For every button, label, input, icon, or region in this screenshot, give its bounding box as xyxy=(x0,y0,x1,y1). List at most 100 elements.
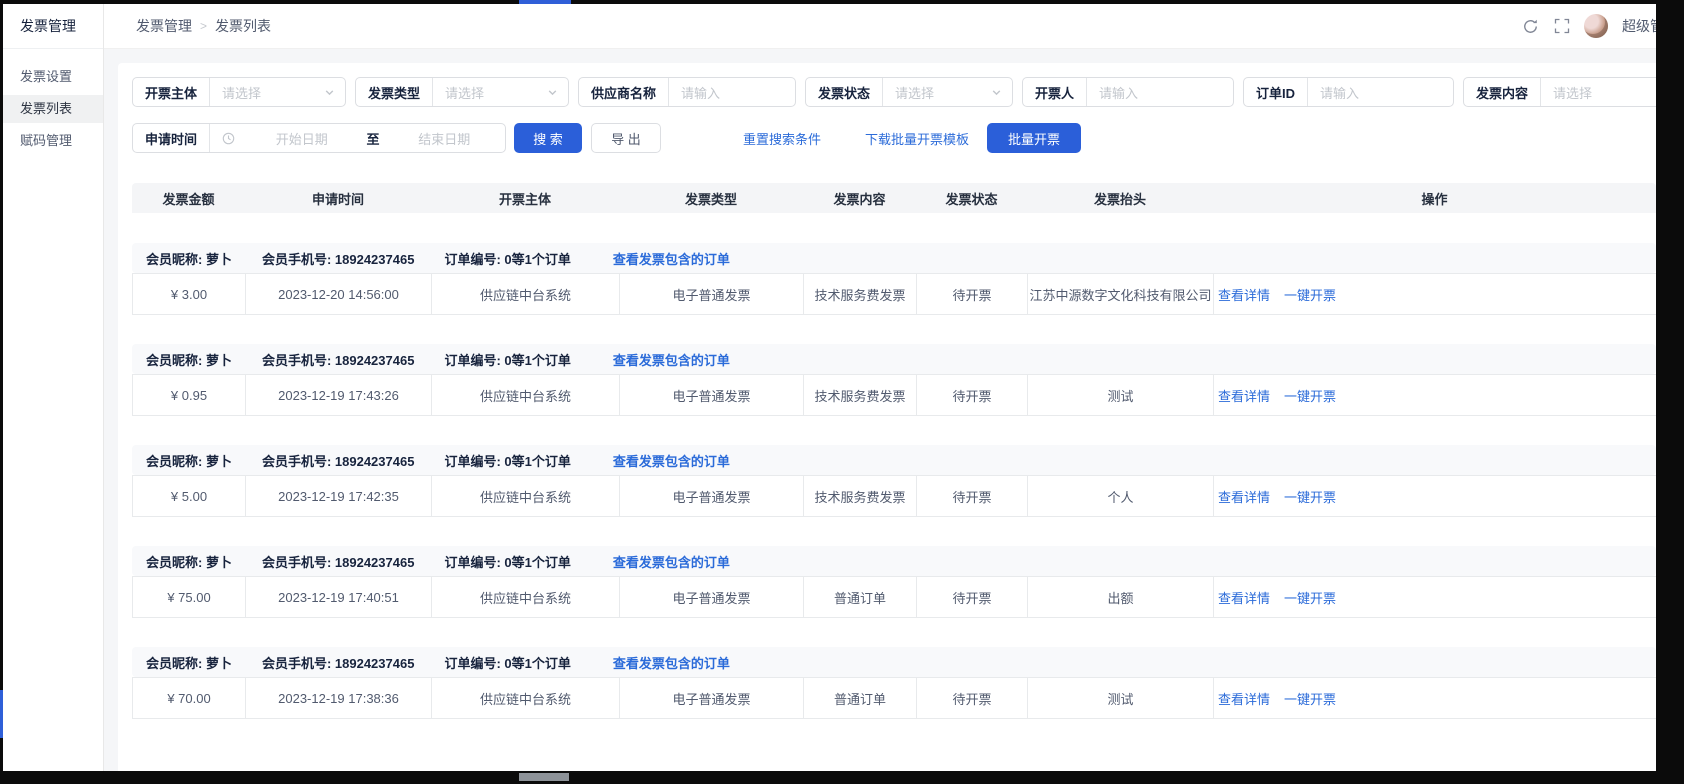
end-date-placeholder[interactable]: 结束日期 xyxy=(384,129,505,148)
member-phone: 会员手机号: 18924237465 xyxy=(262,653,414,672)
screen: 发票管理 发票设置发票列表赋码管理 发票管理 > 发票列表 xyxy=(0,0,1684,784)
column-header: 发票类型 xyxy=(619,189,803,208)
one-click-invoice-link[interactable]: 一键开票 xyxy=(1284,285,1336,304)
one-click-invoice-link[interactable]: 一键开票 xyxy=(1284,487,1336,506)
view-details-link[interactable]: 查看详情 xyxy=(1218,487,1270,506)
table-row: ¥ 75.002023-12-19 17:40:51供应链中台系统电子普通发票普… xyxy=(132,576,1656,618)
batch-invoice-button[interactable]: 批量开票 xyxy=(987,123,1081,153)
row-actions: 查看详情 一键开票 xyxy=(1214,274,1340,314)
filter-input[interactable]: 请选择 xyxy=(1541,83,1656,102)
sidebar-title: 发票管理 xyxy=(3,4,103,49)
filter-label: 发票状态 xyxy=(806,78,883,106)
row-actions: 查看详情 一键开票 xyxy=(1214,375,1340,415)
column-header: 申请时间 xyxy=(245,189,431,208)
table-cell: ¥ 5.00 xyxy=(133,476,246,516)
table-row: ¥ 0.952023-12-19 17:43:26供应链中台系统电子普通发票技术… xyxy=(132,374,1656,416)
table-cell: ¥ 75.00 xyxy=(133,577,246,617)
member-nickname: 会员昵称: 萝卜 xyxy=(146,350,232,369)
filter-input[interactable]: 请选择 xyxy=(433,83,547,102)
horizontal-scrollbar-thumb[interactable] xyxy=(519,773,569,781)
reset-search-link[interactable]: 重置搜索条件 xyxy=(743,129,821,148)
issuer-filter[interactable]: 开票人 请输入 xyxy=(1022,77,1234,107)
sidebar-item-invoice-list[interactable]: 发票列表 xyxy=(3,95,103,123)
export-button[interactable]: 导 出 xyxy=(591,123,661,153)
download-batch-template-link[interactable]: 下载批量开票模板 xyxy=(865,129,969,148)
view-details-link[interactable]: 查看详情 xyxy=(1218,285,1270,304)
order-number: 订单编号: 0等1个订单 xyxy=(444,350,570,369)
one-click-invoice-link[interactable]: 一键开票 xyxy=(1284,689,1336,708)
chevron-down-icon xyxy=(324,87,335,98)
view-included-orders-link[interactable]: 查看发票包含的订单 xyxy=(613,350,730,369)
view-included-orders-link[interactable]: 查看发票包含的订单 xyxy=(613,249,730,268)
view-included-orders-link[interactable]: 查看发票包含的订单 xyxy=(613,653,730,672)
filter-label: 发票内容 xyxy=(1464,78,1541,106)
view-included-orders-link[interactable]: 查看发票包含的订单 xyxy=(613,451,730,470)
invoice-subject-filter[interactable]: 开票主体 请选择 xyxy=(132,77,346,107)
filter-input[interactable]: 请输入 xyxy=(1308,83,1453,102)
group-header: 会员昵称: 萝卜 会员手机号: 18924237465 订单编号: 0等1个订单… xyxy=(132,445,1656,475)
table-cell: 技术服务费发票 xyxy=(804,375,917,415)
filter-label: 开票主体 xyxy=(133,78,210,106)
order-number: 订单编号: 0等1个订单 xyxy=(444,653,570,672)
filter-input[interactable]: 请选择 xyxy=(883,83,991,102)
filter-row-2: 申请时间 开始日期 至 结束日期 搜 索 导 出 xyxy=(132,123,1656,153)
filter-label: 发票类型 xyxy=(356,78,433,106)
member-phone: 会员手机号: 18924237465 xyxy=(262,249,414,268)
order-id-filter[interactable]: 订单ID 请输入 xyxy=(1243,77,1454,107)
row-actions: 查看详情 一键开票 xyxy=(1214,476,1340,516)
member-phone: 会员手机号: 18924237465 xyxy=(262,350,414,369)
invoice-content-filter[interactable]: 发票内容 请选择 xyxy=(1463,77,1656,107)
apply-time-label: 申请时间 xyxy=(133,124,210,152)
breadcrumb-invoice-list: 发票列表 xyxy=(215,16,271,36)
user-avatar[interactable] xyxy=(1584,14,1608,38)
fullscreen-icon[interactable] xyxy=(1553,18,1570,35)
filter-label: 供应商名称 xyxy=(579,78,669,106)
row-actions: 查看详情 一键开票 xyxy=(1214,577,1340,617)
topbar: 发票管理 > 发票列表 超级管 xyxy=(104,4,1656,49)
invoice-type-filter[interactable]: 发票类型 请选择 xyxy=(355,77,569,107)
supplier-name-filter[interactable]: 供应商名称 请输入 xyxy=(578,77,796,107)
sidebar-item-invoice-settings[interactable]: 发票设置 xyxy=(3,63,103,91)
table-cell: 个人 xyxy=(1028,476,1214,516)
view-included-orders-link[interactable]: 查看发票包含的订单 xyxy=(613,552,730,571)
member-nickname: 会员昵称: 萝卜 xyxy=(146,249,232,268)
table-cell: 待开票 xyxy=(917,375,1028,415)
table-cell: 供应链中台系统 xyxy=(432,577,620,617)
view-details-link[interactable]: 查看详情 xyxy=(1218,689,1270,708)
table-body: 会员昵称: 萝卜 会员手机号: 18924237465 订单编号: 0等1个订单… xyxy=(132,243,1656,719)
table-cell: 供应链中台系统 xyxy=(432,375,620,415)
member-phone: 会员手机号: 18924237465 xyxy=(262,451,414,470)
filter-input[interactable]: 请选择 xyxy=(210,83,324,102)
member-phone: 会员手机号: 18924237465 xyxy=(262,552,414,571)
start-date-placeholder[interactable]: 开始日期 xyxy=(241,129,362,148)
table-cell: 技术服务费发票 xyxy=(804,274,917,314)
breadcrumb: 发票管理 > 发票列表 xyxy=(136,16,271,36)
breadcrumb-separator-icon: > xyxy=(200,19,207,33)
invoice-status-filter[interactable]: 发票状态 请选择 xyxy=(805,77,1013,107)
filter-input[interactable]: 请输入 xyxy=(669,83,795,102)
filter-input[interactable]: 请输入 xyxy=(1087,83,1233,102)
view-details-link[interactable]: 查看详情 xyxy=(1218,386,1270,405)
view-details-link[interactable]: 查看详情 xyxy=(1218,588,1270,607)
table-cell: 供应链中台系统 xyxy=(432,678,620,718)
sidebar-nav: 发票设置发票列表赋码管理 xyxy=(3,49,103,155)
table-cell: 2023-12-19 17:42:35 xyxy=(246,476,432,516)
member-nickname: 会员昵称: 萝卜 xyxy=(146,552,232,571)
order-number: 订单编号: 0等1个订单 xyxy=(444,552,570,571)
one-click-invoice-link[interactable]: 一键开票 xyxy=(1284,386,1336,405)
table-cell: 供应链中台系统 xyxy=(432,476,620,516)
table-cell: 供应链中台系统 xyxy=(432,274,620,314)
table-row: ¥ 3.002023-12-20 14:56:00供应链中台系统电子普通发票技术… xyxy=(132,273,1656,315)
one-click-invoice-link[interactable]: 一键开票 xyxy=(1284,588,1336,607)
table-cell: ¥ 70.00 xyxy=(133,678,246,718)
breadcrumb-invoice-management[interactable]: 发票管理 xyxy=(136,16,192,36)
refresh-icon[interactable] xyxy=(1522,18,1539,35)
table-cell: 测试 xyxy=(1028,375,1214,415)
group-header: 会员昵称: 萝卜 会员手机号: 18924237465 订单编号: 0等1个订单… xyxy=(132,546,1656,576)
table-cell: 出额 xyxy=(1028,577,1214,617)
sidebar-item-code-management[interactable]: 赋码管理 xyxy=(3,127,103,155)
order-number: 订单编号: 0等1个订单 xyxy=(444,249,570,268)
date-range-input[interactable]: 开始日期 至 结束日期 xyxy=(210,129,505,148)
invoice-group: 会员昵称: 萝卜 会员手机号: 18924237465 订单编号: 0等1个订单… xyxy=(132,445,1656,517)
search-button[interactable]: 搜 索 xyxy=(514,123,582,153)
